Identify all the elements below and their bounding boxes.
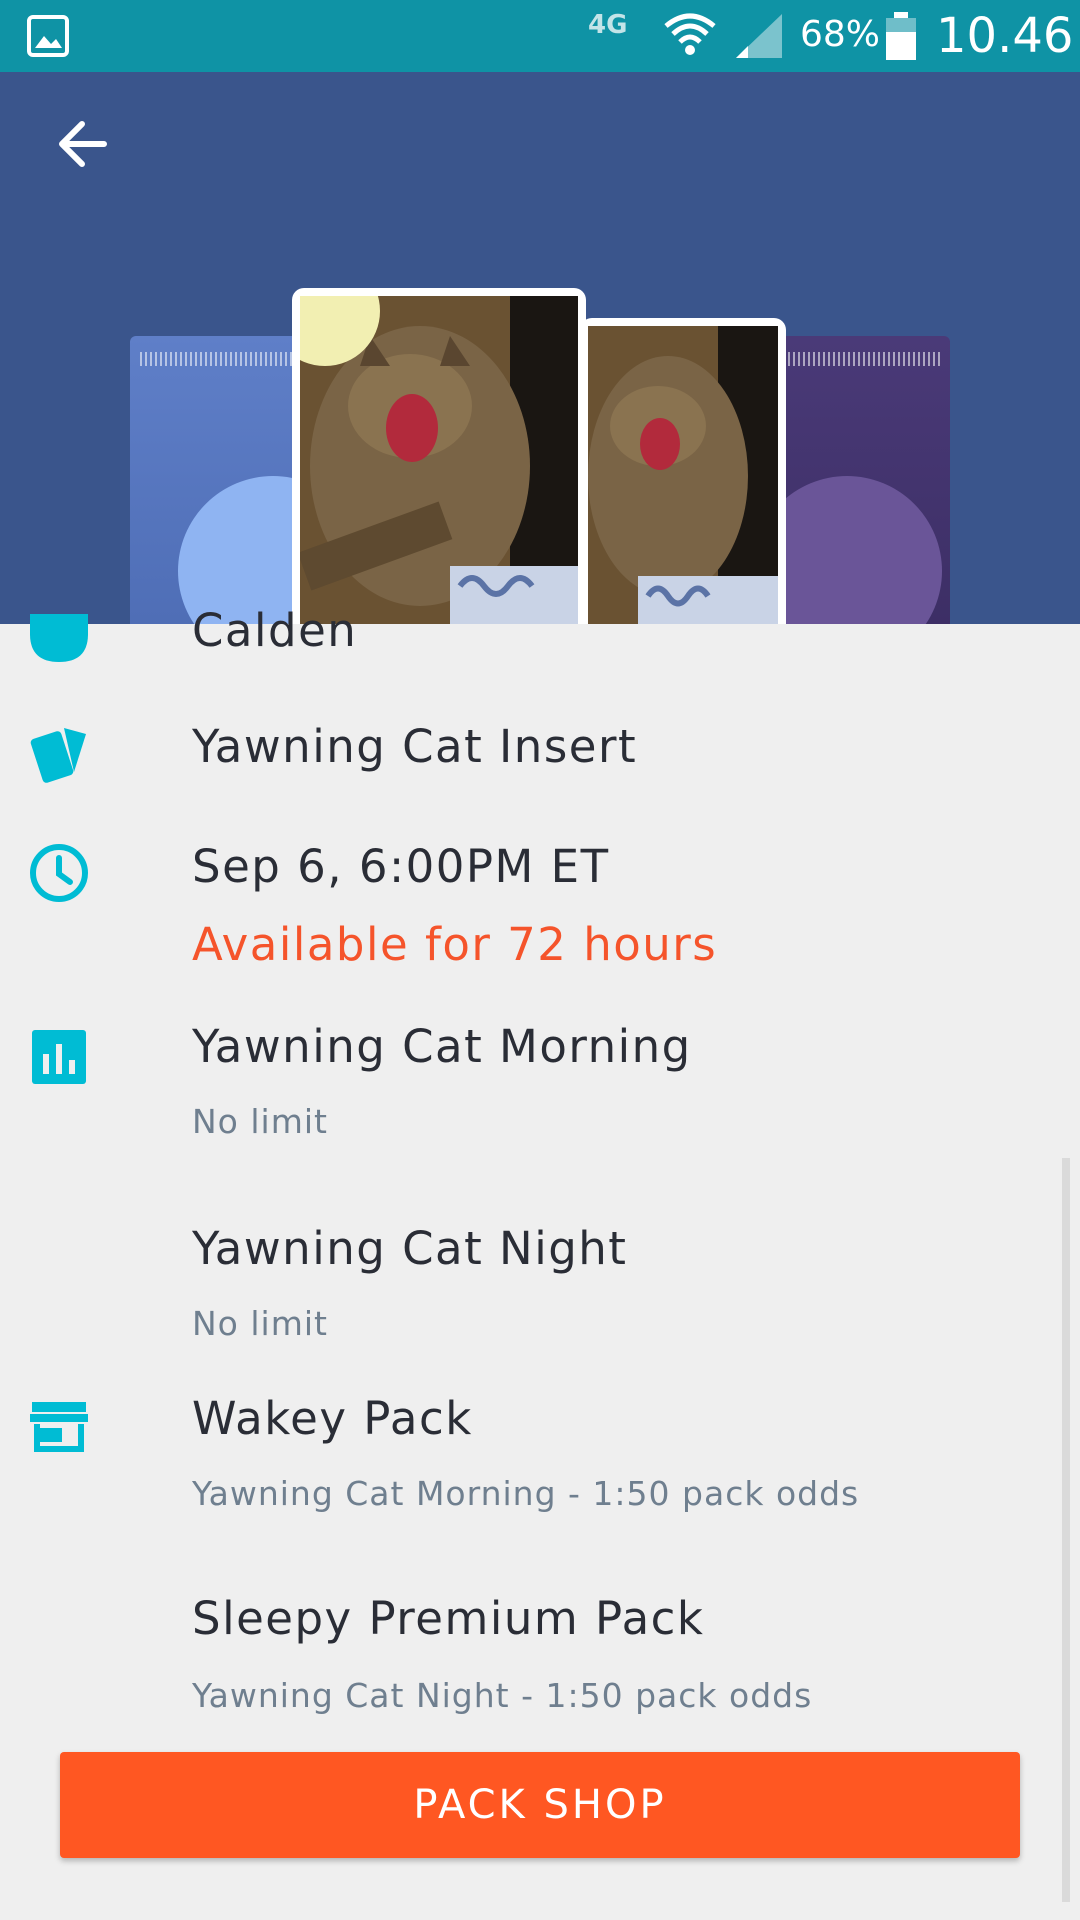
status-bar: 4G 68% 10.46: [0, 0, 1080, 72]
battery-icon: [886, 12, 916, 60]
yawning-cat-night-card-image: [292, 288, 586, 624]
wifi-icon: [664, 13, 716, 55]
battery-percent: 68%: [800, 14, 881, 55]
variant-name: Yawning Cat Night: [192, 1222, 628, 1275]
pack-odds: Yawning Cat Morning - 1:50 pack odds: [192, 1474, 860, 1513]
arrow-left-icon: [59, 121, 107, 167]
cards-icon: [30, 728, 86, 783]
pack-name: Sleepy Premium Pack: [192, 1592, 705, 1645]
clock-icon: [30, 844, 88, 902]
sleepy-pack-image: [752, 336, 950, 624]
clock: 10.46: [936, 8, 1074, 64]
variant-limit: No limit: [192, 1102, 328, 1141]
back-button[interactable]: [52, 112, 116, 176]
pack-odds: Yawning Cat Night - 1:50 pack odds: [192, 1676, 813, 1715]
scrollbar[interactable]: [1062, 1158, 1070, 1902]
availability-text: Available for 72 hours: [192, 918, 718, 971]
pack-shop-button[interactable]: PACK SHOP: [60, 1752, 1020, 1858]
yawning-cat-morning-card-image: [580, 318, 786, 624]
cell-signal-icon: [736, 14, 782, 58]
bar-chart-icon: [32, 1030, 86, 1084]
header-banner: [0, 72, 1080, 624]
pack-name: Wakey Pack: [192, 1392, 473, 1445]
card-name: Yawning Cat Insert: [192, 720, 638, 773]
variant-name: Yawning Cat Morning: [192, 1020, 692, 1073]
artist-name: Calden: [192, 604, 358, 657]
variant-limit: No limit: [192, 1304, 328, 1343]
gallery-notification-icon: [27, 15, 69, 57]
artist-icon: [30, 614, 88, 662]
release-time: Sep 6, 6:00PM ET: [192, 840, 610, 893]
store-icon: [30, 1402, 88, 1452]
network-type: 4G: [588, 10, 628, 40]
